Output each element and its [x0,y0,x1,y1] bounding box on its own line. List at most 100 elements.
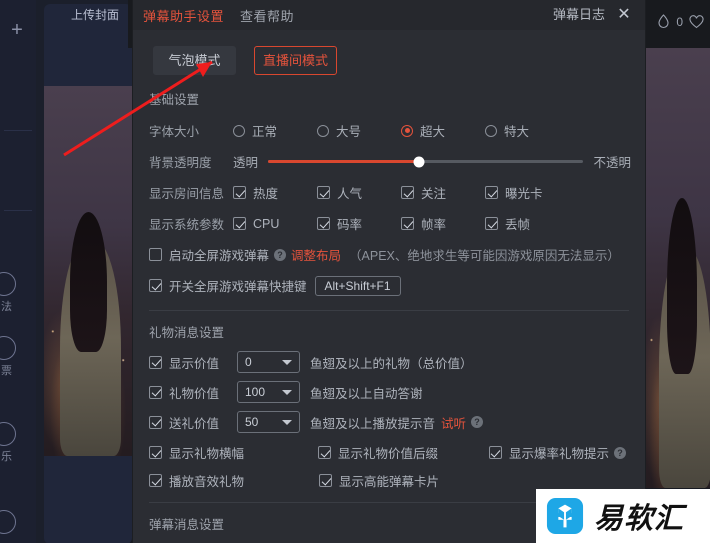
checkbox-cpu[interactable]: CPU [233,217,317,231]
radio-font-large[interactable]: 大号 [317,121,361,140]
row-system-params: 显示系统参数 CPU 码率 帧率 丢帧 [147,211,631,236]
checkbox-gift-show-value[interactable]: 显示价值 [149,353,235,372]
rail-label-3: 乐 [1,451,12,463]
checkbox-icon [149,446,162,459]
radio-circle-icon [317,124,330,137]
checkbox-label-show-value: 显示价值 [169,356,220,371]
checkbox-gift-value-suffix[interactable]: 显示礼物价值后缀 [318,443,489,462]
select-value: 50 [245,415,259,429]
checkbox-gift-banner[interactable]: 显示礼物横幅 [149,443,318,462]
checkbox-high-energy-card[interactable]: 显示高能弹幕卡片 [319,471,491,490]
row-gift-options-2: 播放音效礼物 显示高能弹幕卡片 [149,471,631,490]
fullscreen-danmaku-note: （APEX、绝地求生等可能因游戏原因无法显示） [349,249,620,263]
checkbox-label-sound-effect: 播放音效礼物 [169,475,245,489]
checkbox-gift-droprate-tip[interactable]: 显示爆率礼物提示 [488,443,609,462]
radio-font-normal[interactable]: 正常 [233,121,277,140]
gift-value-thanks-desc: 鱼翅及以上自动答谢 [310,386,423,401]
stream-preview-photo [645,48,710,488]
audition-link[interactable]: 试听 [441,413,466,432]
close-icon[interactable]: ✕ [613,0,635,30]
slider-thumb[interactable] [413,156,425,167]
radio-font-xxlarge[interactable]: 特大 [485,121,529,140]
danmaku-assistant-settings-dialog: 弹幕助手设置 查看帮助 弹幕日志 ✕ 气泡模式 直播间模式 基础设置 字体大小 … [133,0,645,543]
radio-circle-icon [233,124,245,137]
checkbox-fullscreen-danmaku[interactable]: 启动全屏游戏弹幕 [149,245,269,264]
opacity-slider[interactable]: 透明 不透明 [233,152,631,171]
rail-icon-3[interactable] [0,422,16,446]
checkbox-icon [317,217,330,230]
system-params-checkboxes: CPU 码率 帧率 丢帧 [233,214,631,233]
checkbox-icon [233,217,246,230]
mode-bubble-button[interactable]: 气泡模式 [153,46,236,75]
radio-label-large: 大号 [336,125,362,139]
col-high-energy-card: 显示高能弹幕卡片 [319,471,491,490]
select-gift-sound[interactable]: 50 [237,411,300,433]
checkbox-gift-sound[interactable]: 送礼价值 [149,413,235,432]
rail-divider-2 [4,210,32,211]
select-gift-value-thanks[interactable]: 100 [237,381,300,403]
checkbox-icon [149,415,162,429]
dialog-header: 弹幕助手设置 查看帮助 弹幕日志 ✕ [133,0,645,30]
checkbox-icon [149,279,162,292]
photo-hair [70,211,108,353]
checkbox-icon [488,446,502,459]
font-size-label: 字体大小 [149,125,200,139]
checkbox-icon [149,474,162,487]
checkbox-label-exposure: 曝光卡 [505,187,543,201]
help-icon[interactable]: ? [614,446,626,459]
checkbox-label-fullscreen: 启动全屏游戏弹幕 [169,249,270,263]
row-fullscreen-hotkey: 开关全屏游戏弹幕快捷键 Alt+Shift+F1 [147,273,631,298]
upload-cover-button[interactable]: 上传封面 [60,0,164,30]
add-button[interactable]: + [6,20,28,42]
checkbox-fullscreen-hotkey[interactable]: 开关全屏游戏弹幕快捷键 [149,276,307,295]
tab-assistant-settings[interactable]: 弹幕助手设置 [143,6,224,25]
help-icon[interactable]: ? [471,416,484,428]
checkbox-label-high-energy: 显示高能弹幕卡片 [339,475,440,489]
slider-track[interactable] [268,156,584,167]
rail-icon-2[interactable] [0,336,16,360]
room-info-label: 显示房间信息 [149,187,225,201]
checkbox-dropped-frames[interactable]: 丢帧 [485,214,569,233]
col-gift-banner: 显示礼物横幅 [149,443,318,462]
row-gift-show-value: 显示价值 0 鱼翅及以上的礼物（总价值） [147,351,631,373]
checkbox-framerate[interactable]: 帧率 [401,214,485,233]
checkbox-gift-value-thanks[interactable]: 礼物价值 [149,383,235,402]
radio-label-normal: 正常 [252,125,278,139]
chevron-down-icon [282,420,292,425]
brand-shield-icon [546,497,584,535]
chevron-down-icon [282,360,292,365]
checkbox-bitrate[interactable]: 码率 [317,214,401,233]
checkbox-room-popularity[interactable]: 人气 [317,183,401,202]
danmaku-log-button[interactable]: 弹幕日志 [553,0,605,30]
hotkey-input[interactable]: Alt+Shift+F1 [314,275,401,296]
checkbox-gift-sound-effect[interactable]: 播放音效礼物 [149,471,319,490]
opacity-label: 背景透明度 [149,156,212,170]
row-room-info: 显示房间信息 热度 人气 关注 曝光卡 [147,180,631,205]
checkbox-room-follow[interactable]: 关注 [401,183,485,202]
checkbox-room-heat[interactable]: 热度 [233,183,317,202]
tab-view-help[interactable]: 查看帮助 [240,6,294,25]
rail-icon-1[interactable] [0,272,16,296]
adjust-layout-link[interactable]: 调整布局 [291,245,341,264]
photo-hair-right [667,197,697,374]
section-title-gift: 礼物消息设置 [149,326,225,340]
checkbox-label-cpu: CPU [253,216,280,231]
checkbox-label-droprate: 显示爆率礼物提示 [508,447,609,461]
fire-icon [657,14,670,29]
rail-divider-1 [4,130,32,131]
row-fullscreen-danmaku: 启动全屏游戏弹幕 ? 调整布局 （APEX、绝地求生等可能因游戏原因无法显示） [147,242,631,267]
mode-liveroom-button[interactable]: 直播间模式 [254,46,337,75]
opacity-max-label: 不透明 [593,156,631,170]
radio-font-xlarge[interactable]: 超大 [401,121,445,140]
row-gift-options-1: 显示礼物横幅 显示礼物价值后缀 显示爆率礼物提示 ? [149,443,631,462]
help-icon[interactable]: ? [274,248,287,261]
mode-switch-group: 气泡模式 直播间模式 [153,46,631,75]
checkbox-room-exposure-card[interactable]: 曝光卡 [485,183,569,202]
rail-icon-4[interactable] [0,510,16,534]
select-gift-show-value[interactable]: 0 [237,351,300,373]
checkbox-label-hotkey: 开关全屏游戏弹幕快捷键 [169,280,307,294]
radio-label-xlarge: 超大 [420,125,446,139]
gift-sound-desc: 鱼翅及以上播放提示音 [310,416,436,431]
select-value: 0 [245,355,252,369]
radio-circle-icon [485,124,498,137]
